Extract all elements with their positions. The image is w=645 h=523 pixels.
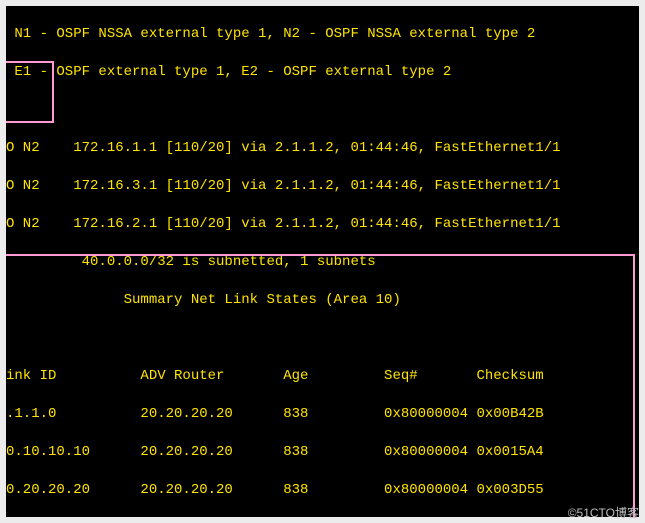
terminal-output: N1 - OSPF NSSA external type 1, N2 - OSP… xyxy=(6,6,639,517)
route-entry: O N2 172.16.3.1 [110/20] via 2.1.1.2, 01… xyxy=(6,177,639,196)
section-title: Summary Net Link States (Area 10) xyxy=(6,291,639,310)
table-row: .1.1.0 20.20.20.20 838 0x80000004 0x00B4… xyxy=(6,405,639,424)
legend-line: E1 - OSPF external type 1, E2 - OSPF ext… xyxy=(6,63,639,82)
subnet-line: 40.0.0.0/32 is subnetted, 1 subnets xyxy=(6,253,639,272)
blank-line xyxy=(6,329,639,348)
route-entry: O N2 172.16.1.1 [110/20] via 2.1.1.2, 01… xyxy=(6,139,639,158)
screenshot-frame: N1 - OSPF NSSA external type 1, N2 - OSP… xyxy=(0,0,645,523)
blank-line xyxy=(6,101,639,120)
route-entry: O N2 172.16.2.1 [110/20] via 2.1.1.2, 01… xyxy=(6,215,639,234)
table-row: 0.20.20.20 20.20.20.20 838 0x80000004 0x… xyxy=(6,481,639,500)
table-row: 0.10.10.10 20.20.20.20 838 0x80000004 0x… xyxy=(6,443,639,462)
table-header: ink ID ADV Router Age Seq# Checksum xyxy=(6,367,639,386)
legend-line: N1 - OSPF NSSA external type 1, N2 - OSP… xyxy=(6,25,639,44)
